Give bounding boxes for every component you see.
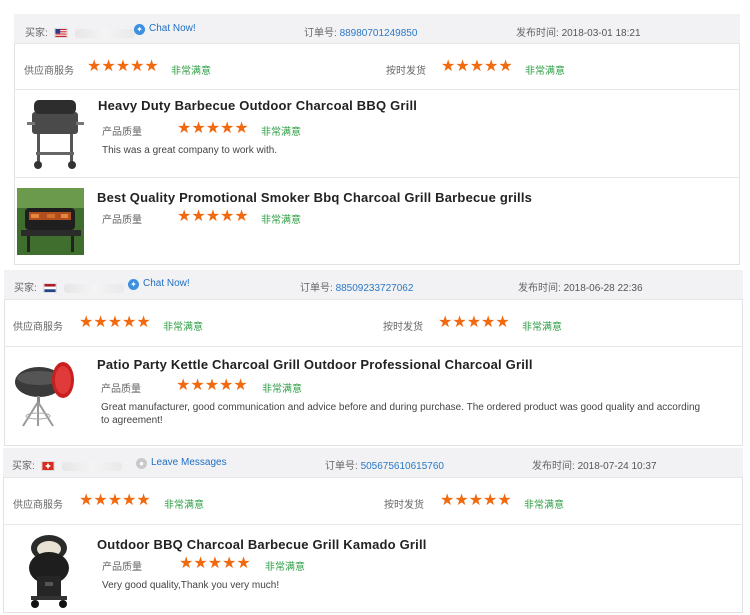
ch-flag-icon bbox=[40, 461, 55, 472]
order-row: 订单号: 505675610615760 bbox=[325, 457, 444, 472]
supplier-service-label: 供应商服务 bbox=[24, 66, 74, 77]
shipping-rating-stars: ★★★★★ bbox=[438, 314, 510, 331]
review-card: 买家: ● Leave Messages 订单号: 505675610615760… bbox=[3, 448, 743, 613]
review-card: 买家: ✦ Chat Now! 订单号: 88509233727062 发布时间:… bbox=[4, 270, 743, 446]
supplier-rating-text: 非常满意 bbox=[171, 66, 211, 77]
quality-rating-stars: ★★★★★ bbox=[179, 555, 251, 572]
quality-rating-stars: ★★★★★ bbox=[176, 377, 248, 394]
publish-label: 发布时间: bbox=[518, 283, 561, 294]
product-title[interactable]: Heavy Duty Barbecue Outdoor Charcoal BBQ… bbox=[98, 98, 417, 113]
quality-rating-stars: ★★★★★ bbox=[177, 120, 249, 137]
order-number-link[interactable]: 505675610615760 bbox=[361, 461, 444, 472]
shipping-rating-text: 非常满意 bbox=[524, 500, 564, 511]
buyer-label: 买家: bbox=[25, 28, 48, 39]
chat-now-link[interactable]: ✦ Chat Now! bbox=[134, 23, 196, 35]
buyer-label: 买家: bbox=[12, 461, 35, 472]
publish-row: 发布时间: 2018-03-01 18:21 bbox=[516, 24, 641, 39]
buyer-row: 买家: bbox=[25, 24, 136, 39]
quality-rating-text: 非常满意 bbox=[262, 384, 302, 395]
shipping-rating-text: 非常满意 bbox=[522, 322, 562, 333]
buyer-name-redacted bbox=[64, 283, 125, 293]
shipping-label: 按时发货 bbox=[386, 66, 426, 77]
review-comment: This was a great company to work with. bbox=[102, 145, 278, 156]
product-quality-label: 产品质量 bbox=[102, 127, 142, 138]
leave-messages-label: Leave Messages bbox=[151, 457, 227, 468]
buyer-name-redacted bbox=[75, 28, 136, 38]
supplier-rating-stars: ★★★★★ bbox=[79, 492, 151, 509]
buyer-label: 买家: bbox=[14, 283, 37, 294]
publish-label: 发布时间: bbox=[532, 461, 575, 472]
chat-now-link[interactable]: ✦ Chat Now! bbox=[128, 278, 190, 290]
kettle-grill-product-image[interactable] bbox=[9, 358, 77, 430]
product-quality-label: 产品质量 bbox=[102, 215, 142, 226]
review-comment: Very good quality,Thank you very much! bbox=[102, 580, 280, 591]
publish-label: 发布时间: bbox=[516, 28, 559, 39]
order-number-link[interactable]: 88980701249850 bbox=[340, 28, 418, 39]
quality-rating-text: 非常满意 bbox=[265, 562, 305, 573]
quality-rating-text: 非常满意 bbox=[261, 127, 301, 138]
product-title[interactable]: Best Quality Promotional Smoker Bbq Char… bbox=[97, 190, 532, 205]
product-title[interactable]: Patio Party Kettle Charcoal Grill Outdoo… bbox=[97, 357, 533, 372]
order-label: 订单号: bbox=[300, 283, 333, 294]
publish-time: 2018-03-01 18:21 bbox=[561, 28, 641, 39]
kamado-grill-product-image[interactable] bbox=[23, 532, 75, 610]
buyer-name-redacted bbox=[62, 461, 123, 471]
chat-now-label: Chat Now! bbox=[149, 23, 196, 34]
shipping-rating-stars: ★★★★★ bbox=[440, 492, 512, 509]
order-row: 订单号: 88980701249850 bbox=[304, 24, 417, 39]
chat-icon: ✦ bbox=[128, 279, 139, 290]
buyer-row: 买家: bbox=[14, 279, 125, 294]
publish-time: 2018-07-24 10:37 bbox=[577, 461, 657, 472]
shipping-rating-text: 非常满意 bbox=[525, 66, 565, 77]
bbq-grill-product-image[interactable] bbox=[24, 94, 88, 172]
supplier-service-label: 供应商服务 bbox=[13, 322, 63, 333]
publish-row: 发布时间: 2018-07-24 10:37 bbox=[532, 457, 657, 472]
review-comment: Great manufacturer, good communication a… bbox=[101, 402, 701, 426]
supplier-rating-text: 非常满意 bbox=[163, 322, 203, 333]
us-flag-icon bbox=[53, 28, 68, 39]
quality-rating-stars: ★★★★★ bbox=[177, 208, 249, 225]
review-card: 买家: ✦ Chat Now! 订单号: 88980701249850 发布时间:… bbox=[14, 14, 740, 265]
product-quality-label: 产品质量 bbox=[101, 384, 141, 395]
nl-flag-icon bbox=[42, 283, 57, 294]
buyer-row: 买家: bbox=[12, 457, 123, 472]
order-number-link[interactable]: 88509233727062 bbox=[336, 283, 414, 294]
publish-row: 发布时间: 2018-06-28 22:36 bbox=[518, 279, 643, 294]
smoker-grill-product-image[interactable] bbox=[17, 188, 84, 255]
chat-now-label: Chat Now! bbox=[143, 278, 190, 289]
supplier-rating-text: 非常满意 bbox=[164, 500, 204, 511]
shipping-rating-stars: ★★★★★ bbox=[441, 58, 513, 75]
chat-icon: ✦ bbox=[134, 24, 145, 35]
order-row: 订单号: 88509233727062 bbox=[300, 279, 413, 294]
publish-time: 2018-06-28 22:36 bbox=[563, 283, 643, 294]
product-title[interactable]: Outdoor BBQ Charcoal Barbecue Grill Kama… bbox=[97, 537, 427, 552]
order-label: 订单号: bbox=[304, 28, 337, 39]
quality-rating-text: 非常满意 bbox=[261, 215, 301, 226]
supplier-service-label: 供应商服务 bbox=[13, 500, 63, 511]
shipping-label: 按时发货 bbox=[383, 322, 423, 333]
leave-messages-link[interactable]: ● Leave Messages bbox=[136, 457, 227, 469]
supplier-rating-stars: ★★★★★ bbox=[87, 58, 159, 75]
shipping-label: 按时发货 bbox=[384, 500, 424, 511]
supplier-rating-stars: ★★★★★ bbox=[79, 314, 151, 331]
message-icon: ● bbox=[136, 458, 147, 469]
order-label: 订单号: bbox=[325, 461, 358, 472]
product-quality-label: 产品质量 bbox=[102, 562, 142, 573]
